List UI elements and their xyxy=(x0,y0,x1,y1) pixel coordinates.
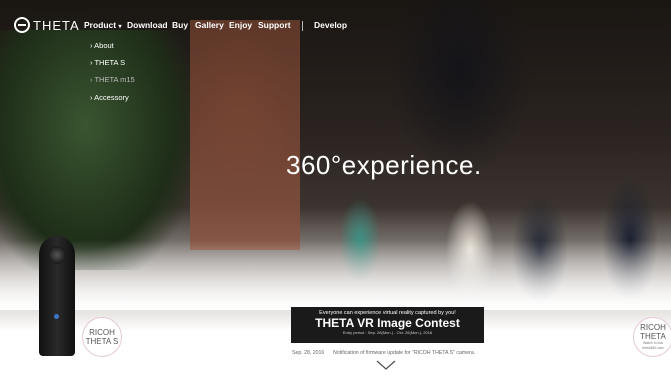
badge-model: THETA xyxy=(640,332,666,341)
badge-url: theta360.com xyxy=(642,346,664,350)
hero-headline: 360°experience. xyxy=(286,150,482,180)
submenu-item-theta-m15[interactable]: › THETA m15 xyxy=(90,75,135,84)
news-date: Sep. 28, 2016 xyxy=(292,350,325,356)
nav-item-download[interactable]: Download xyxy=(127,20,168,30)
camera-button xyxy=(54,314,59,319)
theta-s-camera-image xyxy=(39,236,75,356)
page: THETA Product ▾ Download Buy Gallery Enj… xyxy=(0,0,671,376)
badge-model: THETA S xyxy=(85,337,119,346)
nav-item-label: Product xyxy=(84,20,117,30)
badge-brand: RICOH xyxy=(640,323,666,332)
vr-contest-banner[interactable]: Everyone can experience virtual reality … xyxy=(291,307,484,343)
submenu-item-about[interactable]: › About xyxy=(90,41,114,50)
submenu-item-accessory[interactable]: › Accessory xyxy=(90,93,129,102)
hero-fade xyxy=(0,240,671,310)
camera-lens xyxy=(48,246,66,264)
badge-brand: RICOH xyxy=(89,328,115,337)
brand-name: THETA xyxy=(33,17,80,33)
chevron-down-icon: ▾ xyxy=(118,24,122,30)
nav-item-gallery[interactable]: Gallery xyxy=(195,20,224,30)
nav-item-product[interactable]: Product ▾ xyxy=(84,20,122,30)
nav-item-enjoy[interactable]: Enjoy xyxy=(229,20,252,30)
news-link[interactable]: Notification of firmware update for "RIC… xyxy=(333,350,475,356)
top-navigation: THETA Product ▾ Download Buy Gallery Enj… xyxy=(0,0,671,46)
nav-item-buy[interactable]: Buy xyxy=(172,20,188,30)
brick-wall xyxy=(190,20,300,250)
nav-item-develop[interactable]: Develop xyxy=(314,20,347,30)
submenu-item-theta-s[interactable]: › THETA S xyxy=(90,58,125,67)
theta-logo-icon xyxy=(14,17,30,33)
chevron-down-icon[interactable] xyxy=(376,360,396,370)
banner-period: Entry period : Sep. 28(Mon.) - Oct. 26(M… xyxy=(342,330,433,335)
brand-logo[interactable]: THETA xyxy=(14,17,80,33)
banner-title: THETA VR Image Contest xyxy=(315,316,460,330)
nav-item-support[interactable]: Support xyxy=(258,20,291,30)
theta-s-badge-left[interactable]: RICOH THETA S xyxy=(82,317,122,357)
theta-badge-right[interactable]: RICOH THETA Watch it now theta360.com xyxy=(633,317,671,357)
nav-divider xyxy=(302,21,303,31)
